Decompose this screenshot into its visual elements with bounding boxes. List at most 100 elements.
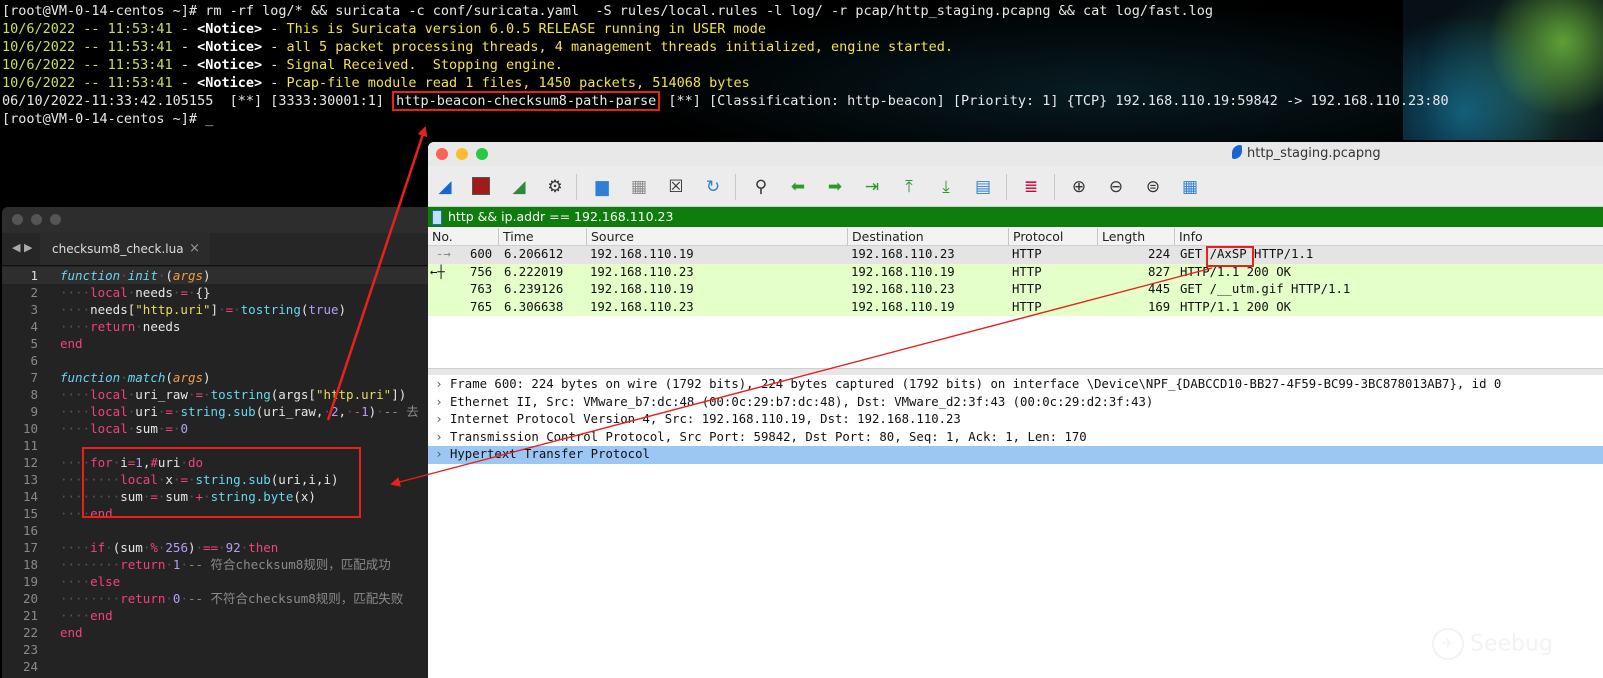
terminal-command-line[interactable]: [root@VM-0-14-centos ~]# rm -rf log/* &&… bbox=[2, 2, 1213, 20]
packet-row[interactable]: ←┼ 756 6.222019 192.168.110.23 192.168.1… bbox=[428, 263, 1603, 281]
code-line: 8 ····local·uri_raw·=·tostring(args["http… bbox=[30, 387, 407, 402]
seebug-logo-icon: ✈ bbox=[1432, 628, 1464, 660]
code-line: 2 ····local·needs·=·{} bbox=[30, 285, 211, 300]
log-line: 10/6/2022 -- 11:53:41 - <Notice> - Signa… bbox=[2, 57, 563, 73]
detail-row-tcp[interactable]: › Transmission Control Protocol, Src Port… bbox=[428, 429, 1603, 447]
col-no[interactable]: No. bbox=[428, 228, 498, 245]
log-line: 10/6/2022 -- 11:53:41 - <Notice> - This … bbox=[2, 21, 767, 37]
code-line: 9 ····local·uri·=·string.sub(uri_raw,·2,·… bbox=[30, 404, 419, 419]
zoom-out-icon[interactable]: ⊖ bbox=[1105, 176, 1127, 198]
code-line: 6 bbox=[30, 353, 38, 368]
find-packet-icon[interactable]: ⚲ bbox=[750, 176, 772, 198]
alert-rule-name: http-beacon-checksum8-path-parse bbox=[392, 91, 661, 111]
reload-file-icon[interactable]: ↻ bbox=[702, 176, 724, 198]
go-to-packet-icon[interactable]: ⇥ bbox=[861, 176, 883, 198]
display-filter-bar[interactable]: http && ip.addr == 192.168.110.23 bbox=[428, 207, 1603, 227]
packet-row[interactable]: 765 6.306638 192.168.110.23 192.168.110.… bbox=[428, 298, 1603, 316]
log-line: 10/6/2022 -- 11:53:41 - <Notice> - Pcap-… bbox=[2, 75, 750, 91]
tab-nav-arrows-icon[interactable]: ◀ ▶ bbox=[12, 241, 32, 254]
col-protocol[interactable]: Protocol bbox=[1008, 228, 1097, 245]
code-line: 10 ····local·sum·=·0 bbox=[22, 421, 188, 436]
autoscroll-icon[interactable]: ▤ bbox=[972, 176, 994, 198]
open-file-icon[interactable]: ▆ bbox=[591, 176, 613, 198]
code-line: 1 function·init·(args) bbox=[2, 267, 428, 284]
code-line: 5 end bbox=[30, 336, 83, 351]
code-line: 17 ····if·(sum·%·256)·==·92·then bbox=[22, 540, 279, 555]
uri-highlight-box bbox=[1206, 246, 1254, 267]
col-source[interactable]: Source bbox=[586, 228, 847, 245]
for-loop-highlight-box bbox=[82, 447, 361, 518]
detail-row-ip[interactable]: › Internet Protocol Version 4, Src: 192.1… bbox=[428, 411, 1603, 429]
log-line: 10/6/2022 -- 11:53:41 - <Notice> - all 5… bbox=[2, 39, 953, 55]
detail-row-frame[interactable]: › Frame 600: 224 bytes on wire (1792 bits… bbox=[428, 376, 1603, 394]
code-line: 7 function·match(args) bbox=[30, 370, 211, 385]
code-editor-window: ◀ ▶ checksum8_check.lua × 1 function·init… bbox=[2, 207, 428, 678]
desktop-wallpaper bbox=[1403, 0, 1603, 140]
code-line: 21 ····end bbox=[22, 608, 113, 623]
stop-capture-icon[interactable] bbox=[470, 176, 492, 198]
detail-row-ethernet[interactable]: › Ethernet II, Src: VMware_b7:dc:48 (00:0… bbox=[428, 394, 1603, 412]
packet-list-empty-area bbox=[428, 317, 1603, 367]
window-title: http_staging.pcapng bbox=[1232, 145, 1381, 161]
wireshark-titlebar: http_staging.pcapng bbox=[428, 142, 1603, 167]
code-line: 19 ····else bbox=[22, 574, 121, 589]
wireshark-window: http_staging.pcapng ◢ ◢ ⚙ ▆ ▦ ☒ ↻ ⚲ ⬅ ➡ … bbox=[428, 142, 1603, 678]
terminal-cursor: _ bbox=[205, 111, 214, 127]
go-back-icon[interactable]: ⬅ bbox=[787, 176, 809, 198]
terminal-prompt-line[interactable]: [root@VM-0-14-centos ~]# _ bbox=[2, 110, 213, 128]
expand-chevron-icon: › bbox=[435, 394, 443, 409]
packet-row[interactable]: 763 6.239126 192.168.110.19 192.168.110.… bbox=[428, 281, 1603, 299]
editor-tab-bar: ◀ ▶ checksum8_check.lua × bbox=[2, 233, 428, 266]
editor-titlebar bbox=[2, 207, 428, 233]
alert-line: 06/10/2022-11:33:42.105155 [**] [3333:30… bbox=[2, 91, 1449, 111]
expand-chevron-icon: › bbox=[435, 377, 443, 391]
minimize-window-icon[interactable] bbox=[456, 148, 468, 160]
close-window-icon[interactable] bbox=[436, 148, 448, 160]
packet-row[interactable]: -→ 600 6.206612 192.168.110.19 192.168.1… bbox=[428, 246, 1603, 264]
capture-options-icon[interactable]: ⚙ bbox=[544, 176, 566, 198]
code-line: 16 bbox=[22, 523, 38, 538]
colorize-icon[interactable]: ≣ bbox=[1020, 176, 1042, 198]
bookmark-icon[interactable] bbox=[432, 210, 442, 225]
display-filter-input[interactable]: http && ip.addr == 192.168.110.23 bbox=[448, 208, 673, 226]
expand-chevron-icon: › bbox=[435, 447, 443, 461]
restart-capture-icon[interactable]: ◢ bbox=[508, 176, 530, 198]
code-line: 4 ····return·needs bbox=[30, 319, 181, 334]
col-destination[interactable]: Destination bbox=[847, 228, 1008, 245]
go-forward-icon[interactable]: ➡ bbox=[824, 176, 846, 198]
save-file-icon[interactable]: ▦ bbox=[628, 176, 650, 198]
tab-label: checksum8_check.lua bbox=[52, 242, 184, 256]
code-line: 18 ········return·1·-- 符合checksum8规则，匹配成功 bbox=[22, 557, 391, 572]
code-line: 23 bbox=[22, 642, 38, 657]
shell-command: rm -rf log/* && suricata -c conf/suricat… bbox=[197, 3, 1214, 19]
main-toolbar: ◢ ◢ ⚙ ▆ ▦ ☒ ↻ ⚲ ⬅ ➡ ⇥ ⤒ ⤓ ▤ ≣ ⊕ ⊖ ⊜ ▦ bbox=[428, 166, 1603, 207]
col-info[interactable]: Info bbox=[1174, 228, 1603, 245]
shell-prompt: [root@VM-0-14-centos ~]# bbox=[2, 3, 198, 19]
minimize-window-icon[interactable] bbox=[31, 214, 42, 225]
close-file-icon[interactable]: ☒ bbox=[665, 176, 687, 198]
code-line: 22 end bbox=[22, 625, 83, 640]
packet-list-header: No. Time Source Destination Protocol Len… bbox=[428, 228, 1603, 246]
col-time[interactable]: Time bbox=[498, 228, 586, 245]
code-line: 20 ········return·0·-- 不符合checksum8规则，匹配失… bbox=[22, 591, 404, 606]
packet-details-pane: › Frame 600: 224 bytes on wire (1792 bits… bbox=[428, 375, 1603, 678]
zoom-window-icon[interactable] bbox=[476, 148, 488, 160]
start-capture-icon[interactable]: ◢ bbox=[434, 176, 456, 198]
col-length[interactable]: Length bbox=[1097, 228, 1174, 245]
resize-columns-icon[interactable]: ▦ bbox=[1179, 176, 1201, 198]
close-window-icon[interactable] bbox=[12, 214, 23, 225]
close-tab-icon[interactable]: × bbox=[189, 233, 200, 265]
last-packet-icon[interactable]: ⤓ bbox=[935, 176, 957, 198]
wireshark-fin-icon bbox=[1232, 145, 1242, 159]
expand-chevron-icon: › bbox=[435, 429, 443, 444]
zoom-window-icon[interactable] bbox=[50, 214, 61, 225]
seebug-watermark: ✈ Seebug bbox=[1432, 628, 1553, 662]
zoom-in-icon[interactable]: ⊕ bbox=[1068, 176, 1090, 198]
code-line: 3 ····needs["http.uri"]·=·tostring(true) bbox=[30, 302, 347, 317]
normal-size-icon[interactable]: ⊜ bbox=[1142, 176, 1164, 198]
code-line: 24 bbox=[22, 659, 38, 674]
detail-row-http[interactable]: › Hypertext Transfer Protocol bbox=[428, 446, 1603, 464]
first-packet-icon[interactable]: ⤒ bbox=[898, 176, 920, 198]
expand-chevron-icon: › bbox=[435, 412, 443, 426]
tab-checksum8-check-lua[interactable]: checksum8_check.lua × bbox=[40, 233, 210, 265]
